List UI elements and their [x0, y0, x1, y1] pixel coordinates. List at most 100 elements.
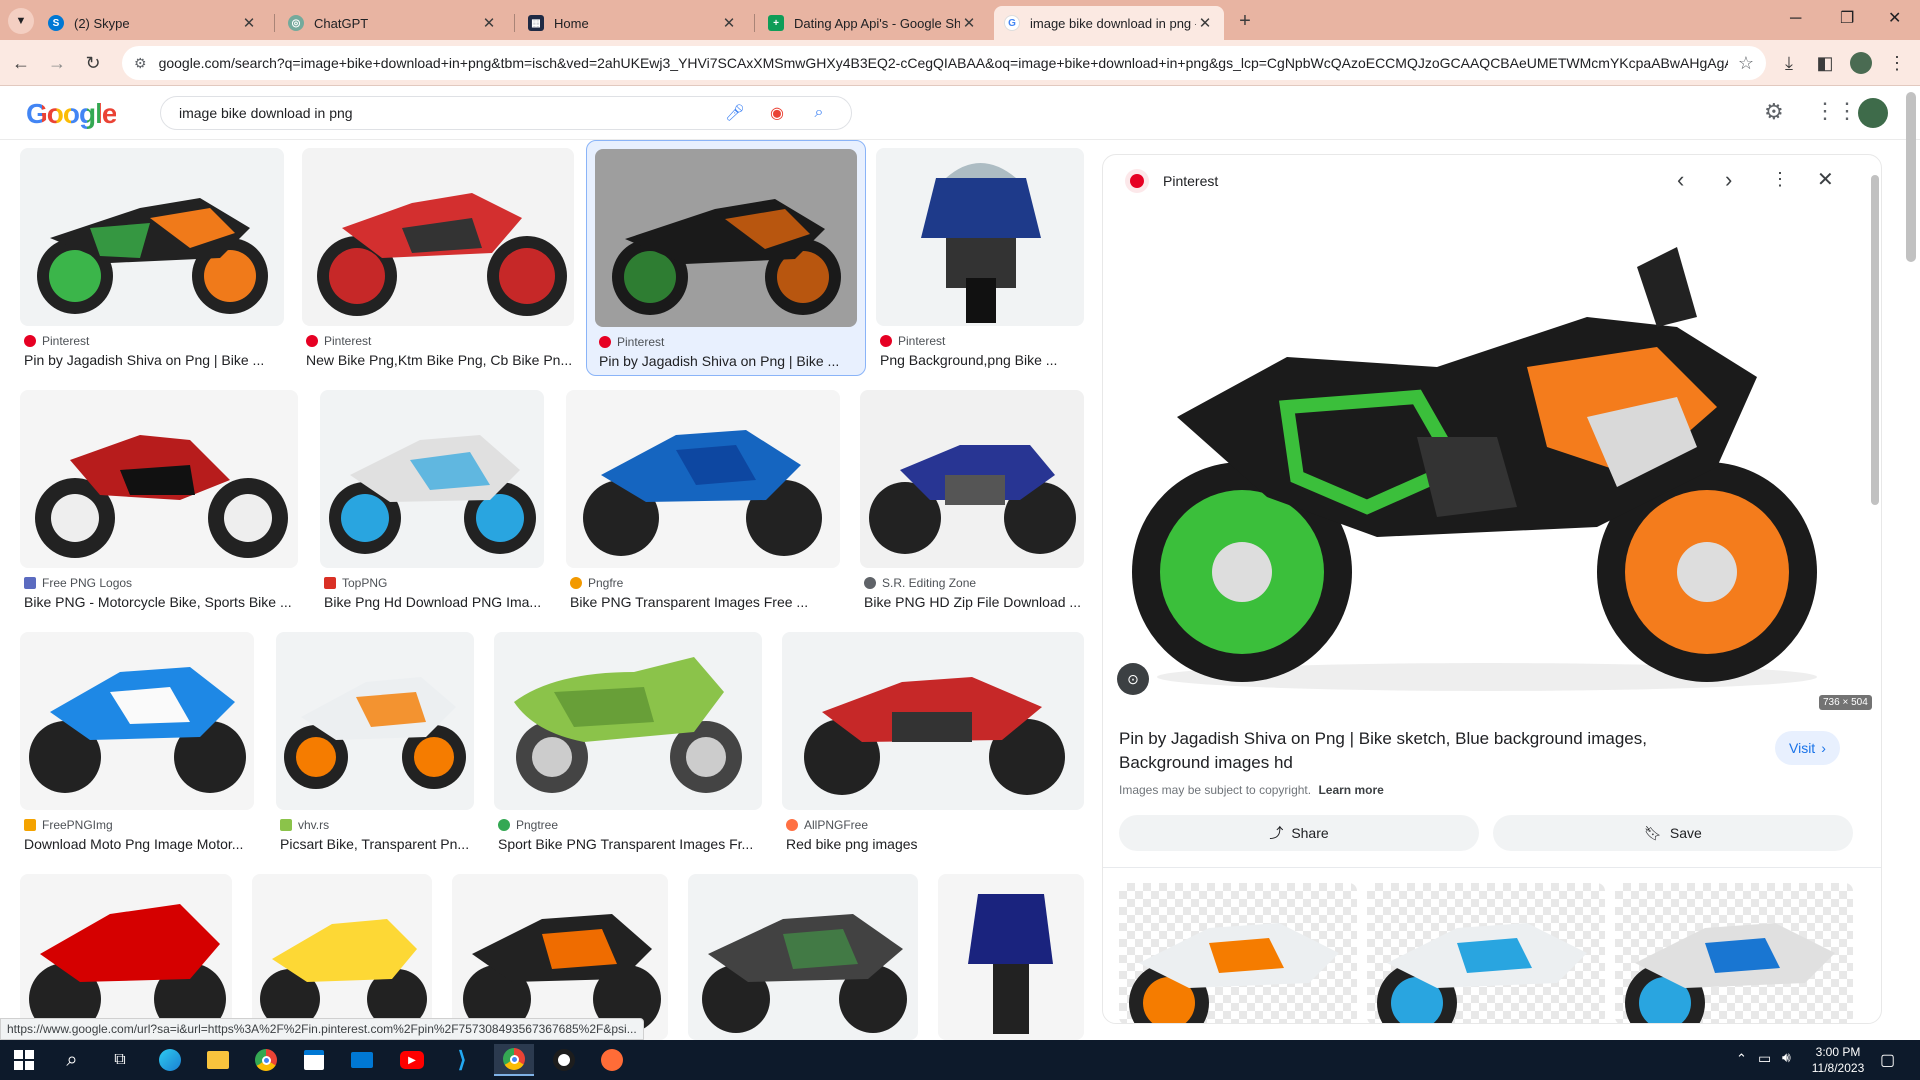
search-icon[interactable]: ⌕ [805, 104, 833, 122]
address-bar[interactable]: ⚙ google.com/search?q=image+bike+downloa… [122, 46, 1766, 80]
result-image[interactable] [688, 874, 918, 1040]
result-card-selected[interactable]: Pinterest Pin by Jagadish Shiva on Png |… [586, 140, 866, 376]
preview-image[interactable] [1117, 207, 1857, 707]
result-card[interactable] [452, 874, 668, 1040]
forward-button[interactable]: → [42, 48, 72, 78]
taskbar-app[interactable] [544, 1044, 584, 1076]
taskbar-chrome-active[interactable] [494, 1044, 534, 1076]
result-title[interactable]: Picsart Bike, Transparent Pn... [280, 836, 472, 852]
taskbar-youtube[interactable]: ▶ [392, 1044, 432, 1076]
result-title[interactable]: Red bike png images [786, 836, 1082, 852]
preview-title[interactable]: Pin by Jagadish Shiva on Png | Bike sket… [1119, 727, 1679, 775]
visual-search-button[interactable]: ⊙ [1117, 663, 1149, 695]
result-title[interactable]: New Bike Png,Ktm Bike Png, Cb Bike Pn... [306, 352, 572, 368]
start-button[interactable] [4, 1044, 44, 1076]
side-panel-button[interactable]: ◧ [1810, 48, 1840, 78]
result-card[interactable]: Pinterest Pin by Jagadish Shiva on Png |… [20, 148, 284, 378]
tab-google-sheets[interactable]: + Dating App Api's - Google She ✕ [758, 6, 988, 40]
share-button[interactable]: ⤴ Share [1119, 815, 1479, 851]
result-image[interactable] [302, 148, 574, 326]
clock[interactable]: 3:00 PM 11/8/2023 [1808, 1044, 1868, 1076]
task-view-button[interactable]: ⧉ [100, 1044, 140, 1076]
result-image[interactable] [20, 632, 254, 810]
result-card[interactable] [688, 874, 918, 1040]
close-icon[interactable]: ✕ [240, 14, 258, 32]
site-info-icon[interactable]: ⚙ [134, 55, 147, 72]
microphone-icon[interactable]: 🎤︎ [721, 103, 749, 123]
result-title[interactable]: Pin by Jagadish Shiva on Png | Bike ... [24, 352, 282, 368]
result-title[interactable]: Png Background,png Bike ... [880, 352, 1082, 368]
minimize-button[interactable]: ─ [1790, 10, 1801, 28]
back-button[interactable]: ← [6, 48, 36, 78]
bookmark-star-icon[interactable]: ☆ [1738, 53, 1754, 74]
page-scrollbar[interactable] [1906, 92, 1916, 262]
result-card[interactable]: vhv.rs Picsart Bike, Transparent Pn... [276, 632, 474, 862]
close-icon[interactable]: ✕ [1196, 14, 1214, 32]
network-icon[interactable]: ▭ [1758, 1050, 1771, 1067]
result-image[interactable] [782, 632, 1084, 810]
search-input[interactable]: image bike download in png 🎤︎ ◉ ⌕ [160, 96, 852, 130]
result-image[interactable] [252, 874, 432, 1040]
result-card[interactable]: Free PNG Logos Bike PNG - Motorcycle Bik… [20, 390, 298, 620]
result-image[interactable] [276, 632, 474, 810]
result-card[interactable]: TopPNG Bike Png Hd Download PNG Ima... [320, 390, 544, 620]
result-image[interactable] [320, 390, 544, 568]
result-image[interactable] [20, 874, 232, 1040]
visit-button[interactable]: Visit › [1775, 731, 1840, 765]
result-card[interactable]: Pinterest Png Background,png Bike ... [876, 148, 1084, 378]
new-tab-button[interactable]: + [1232, 8, 1258, 34]
settings-button[interactable]: ⚙ [1764, 99, 1784, 125]
taskbar-search-button[interactable]: ⌕ [52, 1044, 92, 1076]
result-title[interactable]: Bike PNG HD Zip File Download ... [864, 594, 1082, 610]
taskbar-store[interactable] [294, 1044, 334, 1076]
learn-more-link[interactable]: Learn more [1318, 783, 1383, 797]
result-card[interactable]: FreePNGImg Download Moto Png Image Motor… [20, 632, 254, 862]
lens-icon[interactable]: ◉ [763, 103, 791, 123]
result-image[interactable] [494, 632, 762, 810]
window-close-button[interactable]: ✕ [1888, 8, 1901, 28]
result-image[interactable] [452, 874, 668, 1040]
result-image[interactable] [566, 390, 840, 568]
result-card[interactable] [252, 874, 432, 1040]
show-hidden-icons[interactable]: ⌃ [1736, 1051, 1747, 1067]
taskbar-mail[interactable] [342, 1044, 382, 1076]
notification-center-button[interactable]: ▢ [1880, 1050, 1895, 1070]
result-image[interactable] [595, 149, 857, 327]
save-button[interactable]: 🔖︎ Save [1493, 815, 1853, 851]
result-title[interactable]: Bike Png Hd Download PNG Ima... [324, 594, 542, 610]
next-button[interactable]: › [1725, 167, 1732, 193]
browser-menu-button[interactable]: ⋮ [1882, 48, 1912, 78]
taskbar-postman[interactable] [592, 1044, 632, 1076]
result-title[interactable]: Pin by Jagadish Shiva on Png | Bike ... [599, 353, 857, 369]
result-card[interactable]: S.R. Editing Zone Bike PNG HD Zip File D… [860, 390, 1084, 620]
tab-search-button[interactable]: ▼ [8, 8, 34, 34]
taskbar-file-explorer[interactable] [198, 1044, 238, 1076]
result-card[interactable] [20, 874, 232, 1040]
close-icon[interactable]: ✕ [480, 14, 498, 32]
result-card[interactable]: Pngfre Bike PNG Transparent Images Free … [566, 390, 840, 620]
taskbar-vscode[interactable]: ⟩ [442, 1044, 482, 1076]
result-image[interactable] [20, 148, 284, 326]
tab-home[interactable]: ▦ Home ✕ [518, 6, 748, 40]
result-image[interactable] [20, 390, 298, 568]
account-avatar[interactable] [1858, 98, 1888, 128]
tab-skype[interactable]: S (2) Skype ✕ [38, 6, 268, 40]
tab-chatgpt[interactable]: ◎ ChatGPT ✕ [278, 6, 508, 40]
restore-button[interactable]: ❐ [1840, 8, 1854, 28]
result-card[interactable]: Pngtree Sport Bike PNG Transparent Image… [494, 632, 762, 862]
close-panel-button[interactable]: ✕ [1817, 167, 1834, 192]
result-card[interactable]: Pinterest New Bike Png,Ktm Bike Png, Cb … [302, 148, 574, 378]
result-title[interactable]: Bike PNG - Motorcycle Bike, Sports Bike … [24, 594, 296, 610]
result-image[interactable] [876, 148, 1084, 326]
result-title[interactable]: Download Moto Png Image Motor... [24, 836, 252, 852]
result-card[interactable] [938, 874, 1084, 1040]
panel-source[interactable]: Pinterest [1125, 169, 1218, 193]
related-image[interactable] [1615, 883, 1853, 1023]
related-image[interactable] [1119, 883, 1357, 1023]
related-image[interactable] [1367, 883, 1605, 1023]
taskbar-edge[interactable] [150, 1044, 190, 1076]
result-title[interactable]: Bike PNG Transparent Images Free ... [570, 594, 838, 610]
previous-button[interactable]: ‹ [1677, 167, 1684, 193]
google-logo[interactable]: Google [26, 98, 117, 130]
result-image[interactable] [938, 874, 1084, 1040]
